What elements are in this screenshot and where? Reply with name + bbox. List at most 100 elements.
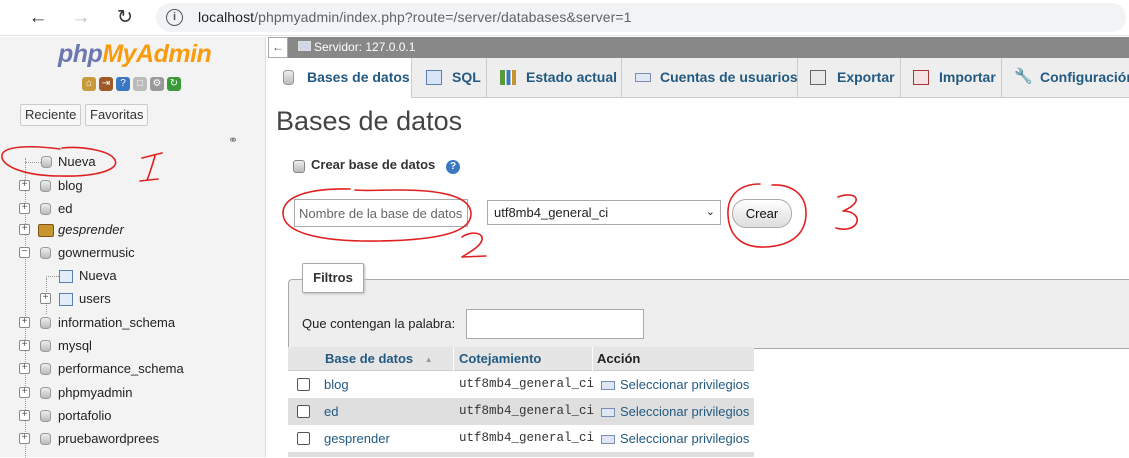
tree-item-users[interactable]: + users	[0, 288, 266, 310]
tree-item-label: gownermusic	[58, 245, 135, 260]
tree-item-label: portafolio	[58, 408, 112, 423]
database-icon	[40, 387, 51, 399]
tab-status[interactable]: Estado actual	[487, 58, 622, 98]
database-icon	[40, 410, 51, 422]
link-icon[interactable]: ⚭	[228, 133, 238, 147]
expand-icon[interactable]: +	[19, 387, 30, 398]
tree-item-mysql[interactable]: + mysql	[0, 335, 266, 357]
tree-item-pruebawordprees[interactable]: + pruebawordprees	[0, 428, 266, 450]
table-row: gesprender utf8mb4_general_ci Selecciona…	[288, 425, 754, 452]
expand-icon[interactable]: +	[19, 363, 30, 374]
database-name-input[interactable]	[294, 199, 468, 227]
tab-user-accounts[interactable]: Cuentas de usuarios	[622, 58, 798, 98]
collation-cell: utf8mb4_general_ci	[459, 431, 595, 445]
database-icon	[40, 340, 51, 352]
table-header: Base de datos ▲ Cotejamiento Acción	[288, 347, 754, 371]
docs-icon[interactable]: □	[133, 77, 147, 91]
tree-item-portafolio[interactable]: + portafolio	[0, 405, 266, 427]
back-arrow-icon[interactable]: ←	[25, 5, 51, 31]
help-icon[interactable]: ?	[446, 160, 460, 174]
tab-settings[interactable]: 🔧 Configuración	[1002, 58, 1129, 98]
expand-icon[interactable]: +	[19, 203, 30, 214]
expand-icon[interactable]: +	[19, 433, 30, 444]
tree-item-blog[interactable]: + blog	[0, 175, 266, 197]
tree-item-new[interactable]: Nueva	[0, 151, 266, 173]
column-divider	[592, 347, 593, 371]
expand-icon[interactable]: +	[19, 317, 30, 328]
forward-arrow-icon[interactable]: →	[68, 5, 94, 31]
tree-item-performance-schema[interactable]: + performance_schema	[0, 358, 266, 380]
database-icon	[283, 70, 294, 85]
table-icon	[59, 293, 73, 306]
filter-legend[interactable]: Filtros	[302, 263, 364, 293]
tab-databases[interactable]: Bases de datos	[268, 58, 412, 99]
create-database-label[interactable]: Crear base de datos	[311, 157, 435, 172]
table-row: ed utf8mb4_general_ci Seleccionar privil…	[288, 398, 754, 425]
help-icon[interactable]: ?	[116, 77, 130, 91]
expand-icon[interactable]: +	[19, 180, 30, 191]
expand-icon[interactable]: +	[40, 293, 51, 304]
database-link[interactable]: gesprender	[324, 425, 390, 452]
header-collation[interactable]: Cotejamiento	[459, 347, 541, 371]
tab-import[interactable]: Importar	[901, 58, 1002, 98]
new-database-icon	[41, 156, 52, 168]
tree-item-phpmyadmin[interactable]: + phpmyadmin	[0, 382, 266, 404]
browser-toolbar: ← → ↻ i localhost/phpmyadmin/index.php?r…	[0, 0, 1129, 36]
header-database-name[interactable]: Base de datos ▲	[325, 347, 433, 371]
tree-item-label: Nueva	[58, 154, 96, 169]
collapse-panel-icon[interactable]: ←	[268, 37, 288, 58]
tree-item-label: performance_schema	[58, 361, 184, 376]
collation-select[interactable]: utf8mb4_general_ci ⌄	[487, 200, 721, 225]
create-button[interactable]: Crear	[732, 199, 792, 228]
tree-item-label: pruebawordprees	[58, 431, 160, 446]
tree-item-label: ed	[58, 201, 73, 216]
filter-input[interactable]	[466, 309, 644, 339]
tree-item-label: mysql	[58, 338, 92, 353]
tree-item-label: gesprender	[58, 222, 124, 237]
wrench-icon: 🔧	[1014, 68, 1033, 85]
phpmyadmin-logo[interactable]: phpMyAdmin	[58, 40, 212, 69]
tab-sql[interactable]: SQL	[412, 58, 487, 98]
users-icon	[635, 73, 651, 82]
database-icon	[40, 363, 51, 375]
tab-export[interactable]: Exportar	[798, 58, 901, 98]
server-link[interactable]: Servidor: 127.0.0.1	[314, 37, 415, 58]
recent-button[interactable]: Reciente	[20, 104, 82, 126]
url-text[interactable]: localhost/phpmyadmin/index.php?route=/se…	[198, 9, 632, 25]
tree-item-label: phpmyadmin	[58, 385, 133, 400]
database-icon	[40, 203, 51, 215]
tree-item-gownermusic[interactable]: − gownermusic	[0, 242, 266, 264]
header-action: Acción	[597, 351, 641, 366]
database-link[interactable]: blog	[324, 371, 349, 398]
expand-icon[interactable]: +	[19, 410, 30, 421]
expand-icon[interactable]: +	[19, 340, 30, 351]
row-checkbox[interactable]	[297, 405, 310, 418]
database-link[interactable]: ed	[324, 398, 338, 425]
new-table-icon	[59, 270, 73, 283]
tree-item-ed[interactable]: + ed	[0, 198, 266, 220]
privileges-icon	[601, 381, 615, 390]
tree-item-new-table[interactable]: Nueva	[0, 265, 266, 287]
database-icon	[40, 180, 51, 192]
collapse-icon[interactable]: −	[19, 247, 30, 258]
row-checkbox[interactable]	[297, 432, 310, 445]
sort-ascending-icon: ▲	[424, 355, 433, 365]
expand-icon[interactable]: +	[19, 224, 30, 235]
refresh-icon[interactable]: ↻	[167, 77, 181, 91]
privileges-icon	[601, 408, 615, 417]
logout-icon[interactable]: ⇥	[99, 77, 113, 91]
info-icon[interactable]: i	[166, 9, 183, 26]
export-icon	[810, 70, 826, 85]
collation-value: utf8mb4_general_ci	[494, 205, 609, 220]
favorites-button[interactable]: Favoritas	[85, 104, 149, 126]
reload-icon[interactable]: ↻	[112, 5, 138, 31]
home-icon[interactable]: ⌂	[82, 77, 96, 91]
column-divider	[453, 347, 454, 371]
create-database-icon	[293, 160, 305, 173]
gear-icon[interactable]: ⚙	[150, 77, 164, 91]
row-checkbox[interactable]	[297, 378, 310, 391]
address-bar[interactable]: i localhost/phpmyadmin/index.php?route=/…	[156, 3, 1126, 32]
tree-item-information-schema[interactable]: + information_schema	[0, 312, 266, 334]
tree-item-gesprender[interactable]: + gesprender	[0, 219, 266, 241]
database-icon	[40, 433, 51, 445]
